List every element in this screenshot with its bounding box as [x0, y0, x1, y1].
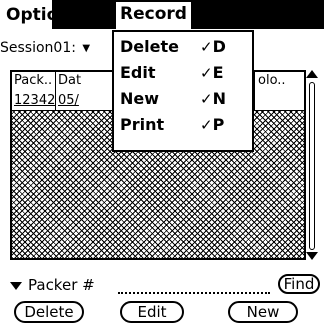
menu-item-delete[interactable]: Delete [120, 38, 179, 56]
shortcut-print: ✓P [200, 115, 225, 135]
scroll-up-arrow-icon[interactable] [306, 70, 318, 78]
chevron-down-icon: ▼ [82, 43, 91, 54]
shortcut-new: ✓N [200, 89, 226, 109]
menu-item-print[interactable]: Print [120, 116, 164, 134]
packer-filter-label: Packer # [28, 276, 95, 294]
scroll-down-arrow-icon[interactable] [306, 252, 318, 260]
find-button[interactable]: Find [278, 274, 320, 294]
delete-button[interactable]: Delete [14, 301, 84, 323]
column-header-packer[interactable]: Pack.. [14, 74, 52, 88]
menu-bar: Options Record Admin [0, 0, 324, 32]
new-button[interactable]: New [228, 301, 298, 323]
scroll-track[interactable] [309, 82, 315, 250]
menu-item-new[interactable]: New [120, 90, 159, 108]
shortcut-edit: ✓E [200, 63, 224, 83]
cell-date: 05/ [58, 93, 79, 108]
record-menu-dropdown: Delete ✓D Edit ✓E New ✓N Print ✓P [112, 30, 254, 152]
session-selector[interactable]: Session01: ▼ [0, 40, 90, 58]
column-divider [55, 72, 56, 110]
menu-options[interactable]: Options [6, 5, 80, 25]
session-label: Session01: [0, 40, 76, 56]
menu-admin[interactable]: Admin [204, 5, 265, 25]
packer-filter-selector[interactable]: Packer # [10, 276, 95, 294]
menu-record[interactable]: Record [116, 2, 191, 30]
cell-packer: 12342 [14, 93, 56, 108]
column-header-date[interactable]: Dat [58, 74, 81, 88]
edit-button[interactable]: Edit [120, 301, 184, 323]
shortcut-delete: ✓D [200, 37, 226, 57]
packer-search-field[interactable] [118, 292, 270, 294]
chevron-down-icon [10, 281, 22, 290]
menu-item-edit[interactable]: Edit [120, 64, 156, 82]
column-header-col3[interactable]: olo.. [258, 74, 286, 88]
table-scrollbar[interactable] [306, 70, 318, 260]
column-divider [254, 72, 255, 110]
